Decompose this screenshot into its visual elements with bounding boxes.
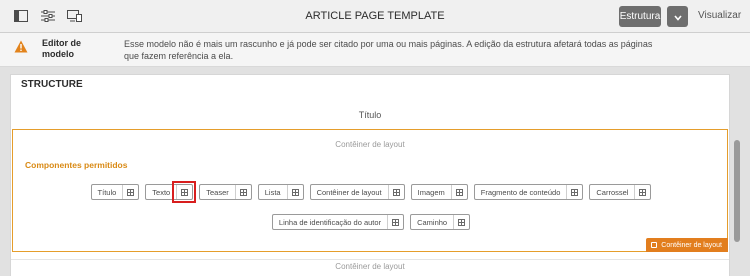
panel-toggle-icon[interactable] (13, 8, 29, 24)
policy-icon[interactable] (387, 215, 403, 229)
chip-label: Caminho (417, 217, 448, 227)
allowed-components-label: Componentes permitidos (25, 160, 128, 170)
component-chip-imagem[interactable]: Imagem (410, 184, 468, 200)
chip-label: Imagem (417, 187, 445, 197)
layout-container[interactable]: Contêiner de layout Componentes permitid… (12, 129, 728, 252)
scrollbar-thumb[interactable] (734, 140, 740, 242)
policy-icon[interactable] (450, 185, 467, 199)
component-chip-conteiner-layout[interactable]: Contêiner de layout (309, 184, 405, 200)
layout-container-bottom[interactable]: Contêiner de layout (11, 262, 729, 271)
chip-label: Linha de identificação do autor (278, 217, 382, 227)
notice-title: Editor de modelo (42, 38, 82, 59)
chip-label: Teaser (206, 187, 229, 197)
notice-text: Esse modelo não é mais um rascunho e já … (124, 39, 653, 61)
policy-icon[interactable] (387, 185, 404, 199)
warning-icon (14, 40, 28, 54)
allowed-components-row-1: Título Texto Teaser Lista Contêiner de l… (13, 181, 729, 203)
policy-icon[interactable] (234, 185, 251, 199)
chip-label: Fragmento de conteúdo (480, 187, 561, 197)
allowed-components-row-2: Linha de identificação do autor Caminho (13, 214, 729, 230)
policy-icon[interactable] (172, 181, 197, 203)
component-chip-caminho[interactable]: Caminho (410, 214, 471, 230)
chevron-down-icon (673, 8, 682, 26)
template-notice: Editor de modelo Esse modelo não é mais … (0, 33, 750, 67)
chip-label: Lista (264, 187, 281, 197)
structure-panel: STRUCTURE Título Contêiner de layout Com… (10, 74, 730, 276)
top-toolbar: ARTICLE PAGE TEMPLATE Estrutura Visualiz… (0, 0, 750, 33)
chip-label: Carrossel (596, 187, 629, 197)
policy-icon[interactable] (634, 185, 650, 199)
policy-icon[interactable] (122, 185, 138, 199)
title-component[interactable]: Título (11, 110, 729, 120)
badge-label: Contêiner de layout (661, 241, 722, 249)
policy-icon[interactable] (566, 185, 582, 199)
properties-icon[interactable] (40, 8, 56, 24)
structure-mode-button[interactable]: Estrutura (619, 6, 661, 27)
mode-dropdown-button[interactable] (667, 6, 688, 27)
component-chip-lista[interactable]: Lista (257, 184, 304, 200)
layout-container-badge[interactable]: Contêiner de layout (646, 238, 728, 252)
chip-label: Texto (152, 187, 171, 197)
component-chip-fragmento-conteudo[interactable]: Fragmento de conteúdo (473, 184, 584, 200)
emulator-icon[interactable] (66, 8, 82, 24)
chip-label: Título (97, 187, 117, 197)
component-chip-carrossel[interactable]: Carrossel (589, 184, 652, 200)
component-chip-teaser[interactable]: Teaser (199, 184, 252, 200)
divider (11, 259, 729, 260)
preview-button[interactable]: Visualizar (698, 10, 741, 21)
layout-container-label: Contêiner de layout (335, 140, 405, 149)
chip-label: Contêiner de layout (316, 187, 382, 197)
structure-heading: STRUCTURE (21, 79, 83, 90)
policy-icon[interactable] (286, 185, 303, 199)
component-chip-titulo[interactable]: Título (90, 184, 140, 200)
lock-icon (651, 242, 658, 248)
component-chip-linha-autor[interactable]: Linha de identificação do autor (271, 214, 405, 230)
policy-icon[interactable] (453, 215, 469, 229)
component-chip-texto[interactable]: Texto (145, 181, 197, 203)
